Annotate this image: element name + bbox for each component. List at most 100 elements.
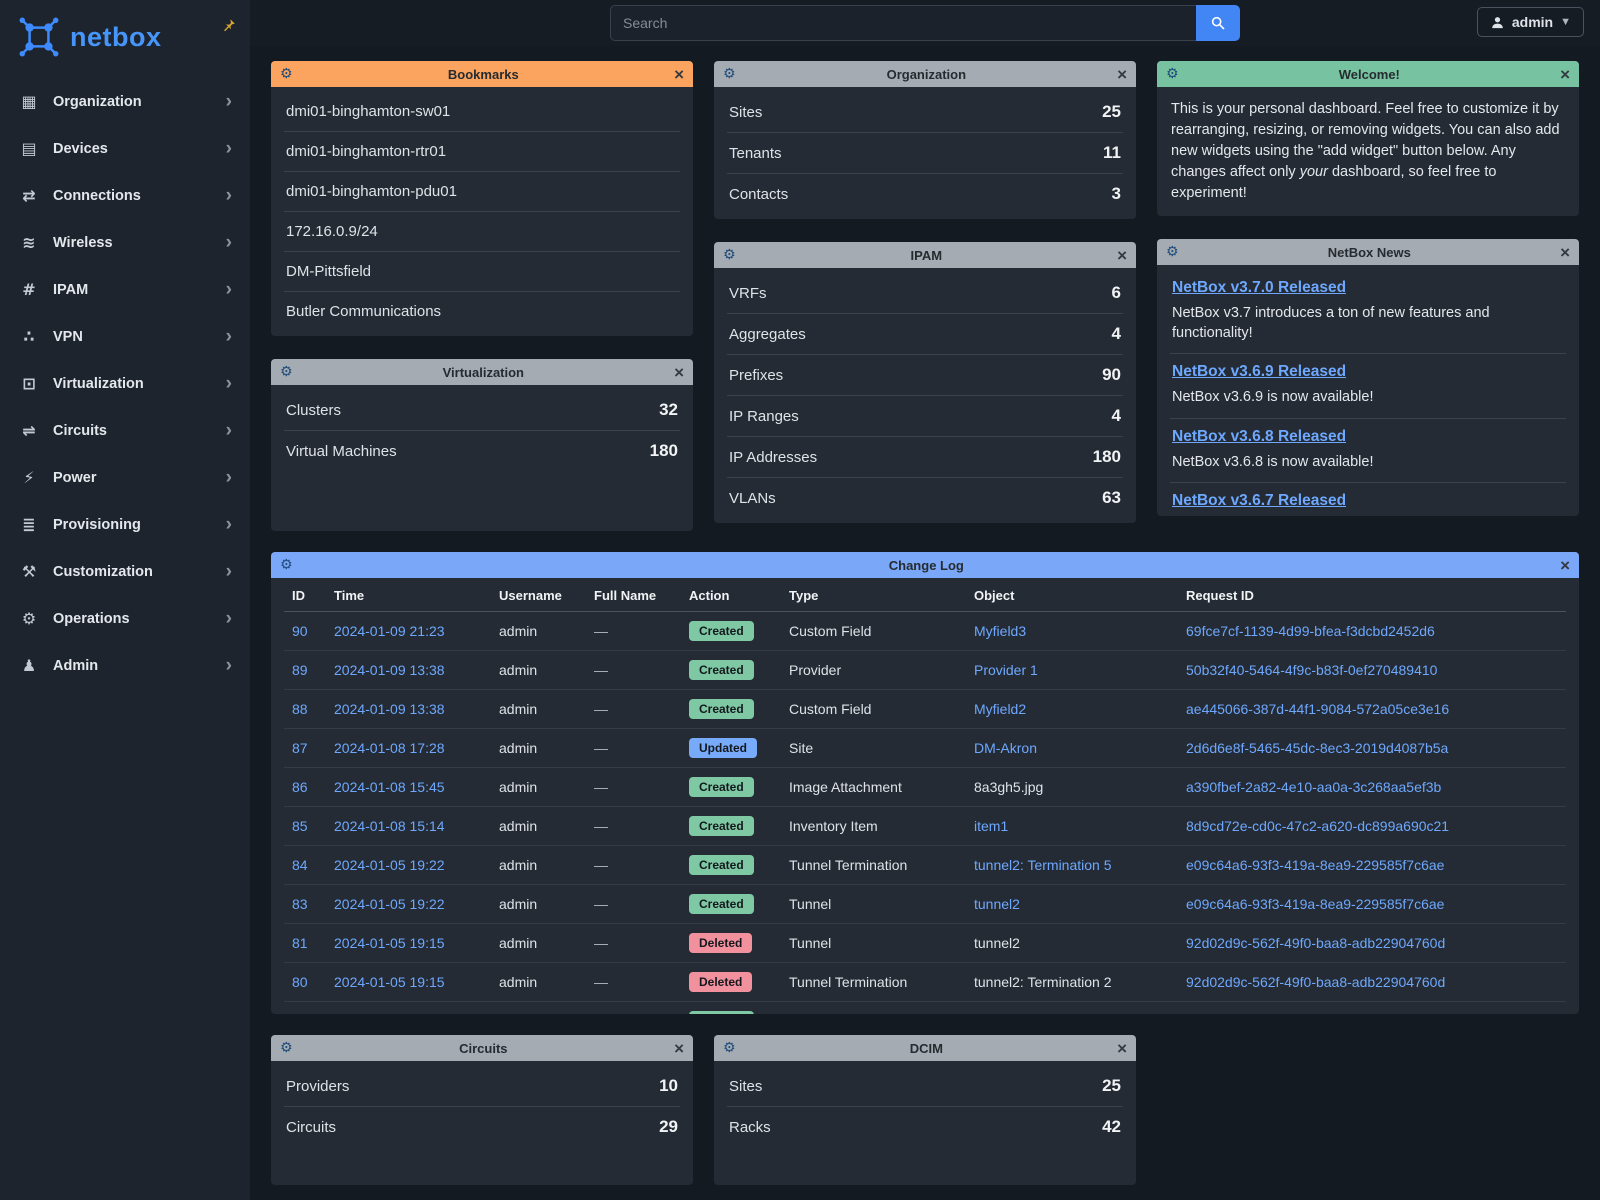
change-time-link[interactable]: 2024-01-08 15:14 xyxy=(334,818,445,834)
sidebar-item[interactable]: VPN › xyxy=(0,313,250,360)
stat-row[interactable]: IP Addresses 180 xyxy=(727,437,1123,478)
change-id-link[interactable]: 84 xyxy=(292,857,308,873)
change-time-link[interactable]: 2024-01-09 13:38 xyxy=(334,662,445,678)
request-id-link[interactable]: 69fce7cf-1139-4d99-bfea-f3dcbd2452d6 xyxy=(1186,623,1435,639)
request-id-link[interactable]: f038e755-705e-47f3-9433-5392b9e6b9e5 xyxy=(1186,1013,1446,1014)
change-object-link[interactable]: Myfield3 xyxy=(974,623,1026,639)
request-id-link[interactable]: 92d02d9c-562f-49f0-baa8-adb22904760d xyxy=(1186,974,1445,990)
close-icon[interactable]: × xyxy=(1560,244,1570,261)
sidebar-item[interactable]: Admin › xyxy=(0,642,250,689)
bookmark-item[interactable]: dmi01-binghamton-rtr01 xyxy=(284,132,680,172)
change-id-link[interactable]: 88 xyxy=(292,701,308,717)
change-id-link[interactable]: 79 xyxy=(292,1013,308,1014)
close-icon[interactable]: × xyxy=(674,66,684,83)
sidebar-item[interactable]: Customization › xyxy=(0,548,250,595)
change-time-link[interactable]: 2024-01-09 13:38 xyxy=(334,701,445,717)
news-headline-link[interactable]: NetBox v3.6.9 Released xyxy=(1172,363,1346,381)
close-icon[interactable]: × xyxy=(1117,66,1127,83)
sidebar-item[interactable]: Circuits › xyxy=(0,407,250,454)
stat-row[interactable]: Aggregates 4 xyxy=(727,314,1123,355)
change-object-link[interactable]: tunnel2: Termination 5 xyxy=(974,857,1112,873)
change-id-link[interactable]: 80 xyxy=(292,974,308,990)
stat-row[interactable]: Prefixes 90 xyxy=(727,355,1123,396)
sidebar-item[interactable]: Wireless › xyxy=(0,219,250,266)
change-id-link[interactable]: 90 xyxy=(292,623,308,639)
sidebar-item[interactable]: Provisioning › xyxy=(0,501,250,548)
sidebar-item[interactable]: Connections › xyxy=(0,172,250,219)
change-time-link[interactable]: 2024-01-05 19:22 xyxy=(334,857,445,873)
gear-icon[interactable]: ⚙ xyxy=(723,1040,736,1056)
sidebar-item[interactable]: Virtualization › xyxy=(0,360,250,407)
request-id-link[interactable]: e09c64a6-93f3-419a-8ea9-229585f7c6ae xyxy=(1186,896,1444,912)
change-id-link[interactable]: 85 xyxy=(292,818,308,834)
change-id-link[interactable]: 89 xyxy=(292,662,308,678)
request-id-link[interactable]: a390fbef-2a82-4e10-aa0a-3c268aa5ef3b xyxy=(1186,779,1441,795)
close-icon[interactable]: × xyxy=(674,1040,684,1057)
change-object-link[interactable]: tunnel2 xyxy=(974,935,1020,951)
news-headline-link[interactable]: NetBox v3.6.8 Released xyxy=(1172,428,1346,446)
change-object-link[interactable]: tunnel2: Termination 2 xyxy=(974,974,1112,990)
changelog-column-header[interactable]: Username xyxy=(491,578,586,612)
changelog-column-header[interactable]: Time xyxy=(326,578,491,612)
netbox-logo[interactable]: netbox xyxy=(0,0,250,78)
change-object-link[interactable]: DM-Akron xyxy=(974,740,1037,756)
bookmark-item[interactable]: 172.16.0.9/24 xyxy=(284,212,680,252)
user-menu-button[interactable]: admin ▼ xyxy=(1477,7,1584,37)
close-icon[interactable]: × xyxy=(1560,557,1570,574)
close-icon[interactable]: × xyxy=(1560,66,1570,83)
gear-icon[interactable]: ⚙ xyxy=(280,364,293,380)
gear-icon[interactable]: ⚙ xyxy=(280,557,293,573)
close-icon[interactable]: × xyxy=(1117,247,1127,264)
gear-icon[interactable]: ⚙ xyxy=(1166,244,1179,260)
sidebar-item[interactable]: IPAM › xyxy=(0,266,250,313)
search-button[interactable] xyxy=(1196,5,1240,41)
change-time-link[interactable]: 2024-01-05 19:14 xyxy=(334,1013,445,1014)
changelog-column-header[interactable]: Request ID xyxy=(1178,578,1566,612)
request-id-link[interactable]: 8d9cd72e-cd0c-47c2-a620-dc899a690c21 xyxy=(1186,818,1449,834)
bookmark-item[interactable]: Butler Communications xyxy=(284,292,680,331)
news-headline-link[interactable]: NetBox v3.6.7 Released xyxy=(1172,492,1346,510)
stat-row[interactable]: Circuits 29 xyxy=(284,1107,680,1147)
bookmark-item[interactable]: dmi01-binghamton-pdu01 xyxy=(284,172,680,212)
stat-row[interactable]: IP Ranges 4 xyxy=(727,396,1123,437)
stat-row[interactable]: VRFs 6 xyxy=(727,273,1123,314)
pin-icon[interactable] xyxy=(221,18,236,33)
change-object-link[interactable]: tunnel2 xyxy=(974,896,1020,912)
request-id-link[interactable]: 2d6d6e8f-5465-45dc-8ec3-2019d4087b5a xyxy=(1186,740,1448,756)
request-id-link[interactable]: 50b32f40-5464-4f9c-b83f-0ef270489410 xyxy=(1186,662,1437,678)
change-time-link[interactable]: 2024-01-08 17:28 xyxy=(334,740,445,756)
changelog-column-header[interactable]: Full Name xyxy=(586,578,681,612)
close-icon[interactable]: × xyxy=(1117,1040,1127,1057)
stat-row[interactable]: Tenants 11 xyxy=(727,133,1123,174)
change-object-link[interactable]: Myfield2 xyxy=(974,701,1026,717)
change-object-link[interactable]: item1 xyxy=(974,818,1008,834)
change-time-link[interactable]: 2024-01-05 19:15 xyxy=(334,935,445,951)
change-object-link[interactable]: Provider 1 xyxy=(974,662,1038,678)
change-object-link[interactable]: 8a3gh5.jpg xyxy=(974,779,1043,795)
change-id-link[interactable]: 81 xyxy=(292,935,308,951)
bookmark-item[interactable]: dmi01-binghamton-sw01 xyxy=(284,92,680,132)
gear-icon[interactable]: ⚙ xyxy=(280,1040,293,1056)
sidebar-item[interactable]: Power › xyxy=(0,454,250,501)
request-id-link[interactable]: e09c64a6-93f3-419a-8ea9-229585f7c6ae xyxy=(1186,857,1444,873)
stat-row[interactable]: VLANs 63 xyxy=(727,478,1123,518)
gear-icon[interactable]: ⚙ xyxy=(723,247,736,263)
change-time-link[interactable]: 2024-01-05 19:15 xyxy=(334,974,445,990)
change-time-link[interactable]: 2024-01-08 15:45 xyxy=(334,779,445,795)
change-id-link[interactable]: 87 xyxy=(292,740,308,756)
stat-row[interactable]: Providers 10 xyxy=(284,1066,680,1107)
change-id-link[interactable]: 83 xyxy=(292,896,308,912)
stat-row[interactable]: Sites 25 xyxy=(727,1066,1123,1107)
changelog-column-header[interactable]: Object xyxy=(966,578,1178,612)
search-input[interactable] xyxy=(610,5,1196,41)
changelog-column-header[interactable]: Action xyxy=(681,578,781,612)
stat-row[interactable]: Racks 42 xyxy=(727,1107,1123,1147)
change-time-link[interactable]: 2024-01-09 21:23 xyxy=(334,623,445,639)
stat-row[interactable]: Contacts 3 xyxy=(727,174,1123,214)
changelog-column-header[interactable]: Type xyxy=(781,578,966,612)
changelog-column-header[interactable]: ID xyxy=(284,578,326,612)
request-id-link[interactable]: 92d02d9c-562f-49f0-baa8-adb22904760d xyxy=(1186,935,1445,951)
close-icon[interactable]: × xyxy=(674,364,684,381)
sidebar-item[interactable]: Organization › xyxy=(0,78,250,125)
gear-icon[interactable]: ⚙ xyxy=(1166,66,1179,82)
